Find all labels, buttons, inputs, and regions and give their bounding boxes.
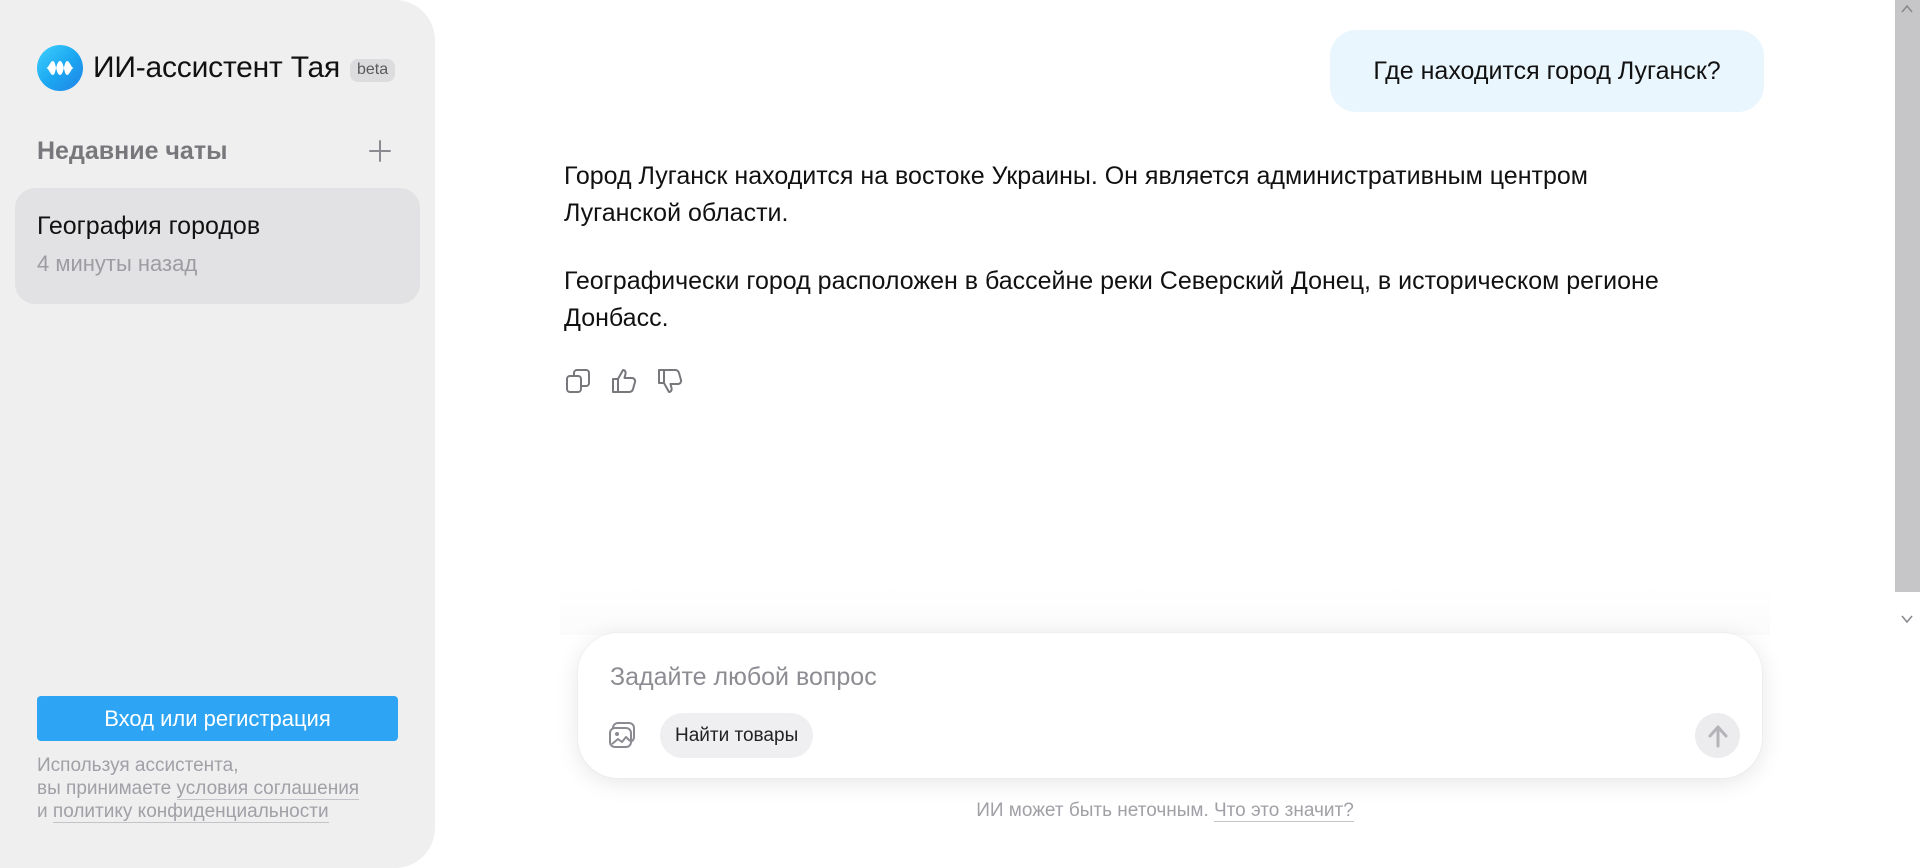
terms-link[interactable]: условия соглашения <box>176 778 360 800</box>
chevron-down-icon[interactable] <box>1900 612 1914 626</box>
new-chat-button[interactable] <box>363 134 397 168</box>
image-icon <box>609 722 635 748</box>
arrow-up-icon <box>1708 725 1727 747</box>
login-button[interactable]: Вход или регистрация <box>37 696 398 741</box>
disclaimer-text: ИИ может быть неточным. <box>976 800 1209 821</box>
chat-item-title: География городов <box>37 212 261 240</box>
legal-line-2: вы принимаете условия соглашения <box>37 777 407 800</box>
privacy-link[interactable]: политику конфиденциальности <box>52 801 329 823</box>
find-products-chip[interactable]: Найти товары <box>660 713 814 758</box>
legal-line-1: Используя ассистента, <box>37 755 239 776</box>
legal-line-3: и политику конфиденциальности <box>37 800 407 823</box>
brand-title: ИИ-ассистент Тая <box>93 51 340 84</box>
app-root: ИИ-ассистент Тая beta Недавние чаты Геог… <box>0 0 1920 868</box>
chat-item[interactable]: География городов 4 минуты назад <box>15 188 420 304</box>
assistant-message: Город Луганск находится на востоке Украи… <box>564 158 1694 368</box>
plus-icon <box>369 140 391 162</box>
copy-icon <box>566 369 590 393</box>
scrollbar[interactable] <box>1893 0 1920 868</box>
composer-fade <box>560 585 1770 635</box>
send-button[interactable] <box>1695 713 1740 758</box>
thumbs-down-icon <box>658 369 683 393</box>
brand[interactable]: ИИ-ассистент Тая beta <box>37 45 396 91</box>
recent-chats-header: Недавние чаты <box>37 133 397 169</box>
question-input[interactable] <box>608 659 1708 695</box>
legal-line-3-prefix: и <box>37 801 53 822</box>
user-message: Где находится город Луганск? <box>1330 30 1764 112</box>
recent-chats-title: Недавние чаты <box>37 136 228 165</box>
assistant-paragraph: Географически город расположен в бассейн… <box>564 267 1659 332</box>
sidebar: ИИ-ассистент Тая beta Недавние чаты Геог… <box>0 0 435 868</box>
legal-notice: Используя ассистента, вы принимаете усло… <box>37 754 407 823</box>
beta-badge: beta <box>350 58 396 82</box>
chevron-up-icon[interactable] <box>1900 2 1914 16</box>
brand-logo-icon <box>37 45 83 91</box>
thumbs-up-icon <box>612 369 637 393</box>
composer: Найти товары <box>578 633 1762 778</box>
assistant-paragraph: Город Луганск находится на востоке Украи… <box>564 162 1588 227</box>
copy-button[interactable] <box>562 365 594 397</box>
chat-item-time: 4 минуты назад <box>37 251 198 276</box>
attach-image-button[interactable] <box>606 719 638 751</box>
legal-line-2-prefix: вы принимаете <box>37 778 177 799</box>
like-button[interactable] <box>608 365 640 397</box>
message-actions <box>562 365 686 397</box>
what-does-it-mean-link[interactable]: Что это значит? <box>1214 800 1354 822</box>
dislike-button[interactable] <box>654 365 686 397</box>
scrollbar-thumb[interactable] <box>1895 0 1920 592</box>
disclaimer: ИИ может быть неточным. Что это значит? <box>560 800 1770 822</box>
